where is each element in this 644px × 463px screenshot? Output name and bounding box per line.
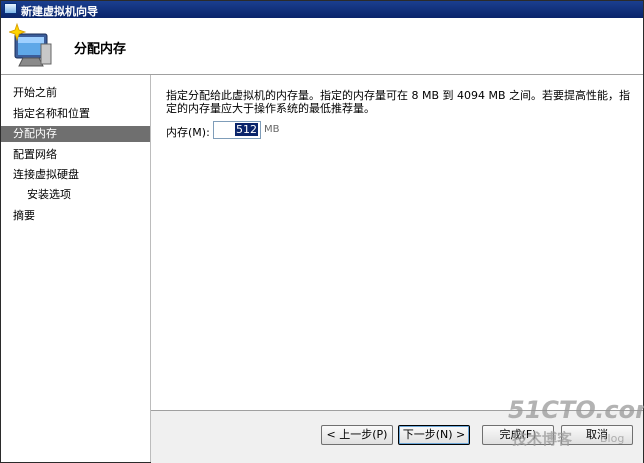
previous-button[interactable]: < 上一步(P) [321,425,393,445]
memory-label: 内存(M): [166,126,210,139]
sidebar-item-before-you-begin[interactable]: 开始之前 [1,85,150,101]
memory-unit: MB [264,124,280,135]
wizard-steps-sidebar: 开始之前 指定名称和位置 分配内存 配置网络 连接虚拟硬盘 安装选项 摘要 [1,75,151,462]
description-line-1: 指定分配给此虚拟机的内存量。指定的内存量可在 8 MB 到 4094 MB 之间… [166,89,631,102]
sidebar-item-installation-options[interactable]: 安装选项 [1,187,150,203]
memory-value: 512 [235,123,258,136]
description-line-2: 定的内存量应大于操作系统的最低推荐量。 [166,102,375,115]
sidebar-item-summary[interactable]: 摘要 [1,208,150,224]
wizard-window: 新建虚拟机向导 分配内存 开始之前 指定名称和位置 分配内存 配置网络 连接虚拟… [0,0,644,463]
window-title: 新建虚拟机向导 [21,5,98,18]
sidebar-item-connect-virtual-disk[interactable]: 连接虚拟硬盘 [1,167,150,183]
title-bar[interactable]: 新建虚拟机向导 [1,1,643,18]
window-icon [4,3,17,14]
memory-input[interactable]: 512 [213,121,261,139]
new-virtual-machine-icon [9,22,52,67]
site-watermark: 51CTO.com 技术博客 Blog [508,396,644,463]
watermark-subtitle: 技术博客 [512,430,573,448]
watermark-blog: Blog [600,432,625,445]
sidebar-item-configure-network[interactable]: 配置网络 [1,147,150,163]
next-button[interactable]: 下一步(N) > [398,425,470,445]
sidebar-item-assign-memory[interactable]: 分配内存 [1,126,150,142]
sidebar-item-specify-name-location[interactable]: 指定名称和位置 [1,106,150,122]
watermark-logo: 51CTO.com [508,396,644,424]
main-content: 指定分配给此虚拟机的内存量。指定的内存量可在 8 MB 到 4094 MB 之间… [151,75,643,410]
page-title: 分配内存 [74,42,127,57]
wizard-header: 分配内存 [1,18,643,75]
memory-description: 指定分配给此虚拟机的内存量。指定的内存量可在 8 MB 到 4094 MB 之间… [166,89,631,115]
